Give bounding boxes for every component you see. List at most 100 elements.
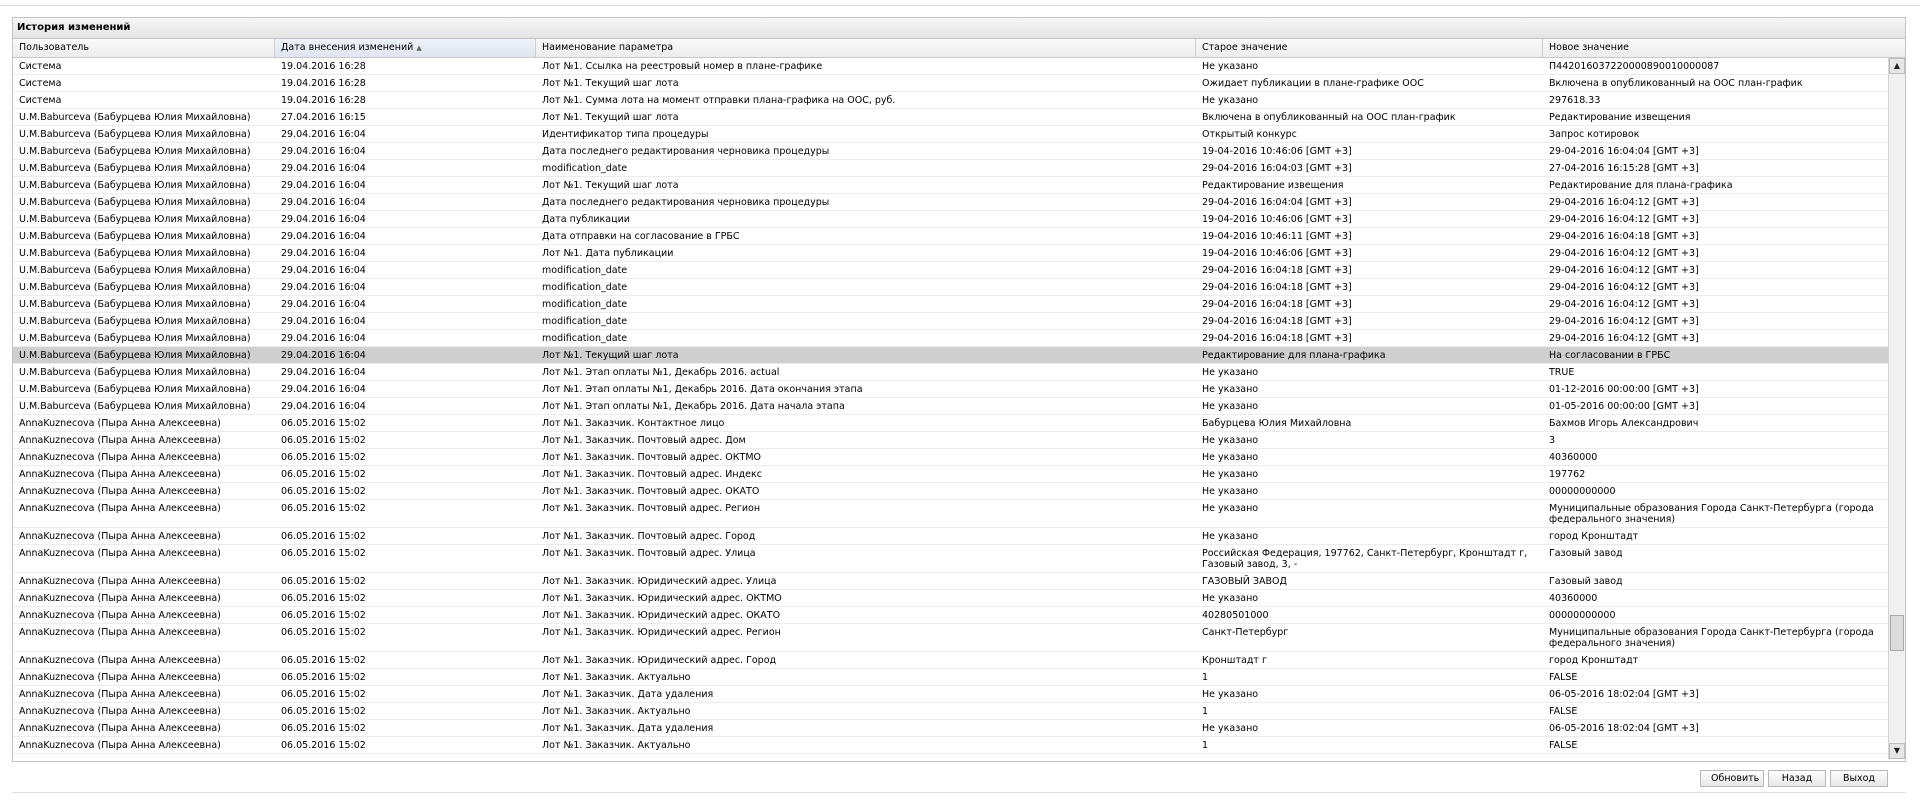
cell-date: 29.04.2016 16:04 — [281, 180, 366, 191]
cell-user: AnnaKuznecova (Пыра Анна Алексеевна) — [19, 655, 221, 666]
table-row[interactable]: AnnaKuznecova (Пыра Анна Алексеевна) 06.0… — [13, 483, 1890, 500]
table-row[interactable]: AnnaKuznecova (Пыра Анна Алексеевна) 06.0… — [13, 573, 1890, 590]
cell-parameter: Лот №1. Этап оплаты №1, Декабрь 2016. Да… — [542, 384, 863, 395]
cell-date: 06.05.2016 15:02 — [281, 723, 366, 734]
cell-user: AnnaKuznecova (Пыра Анна Алексеевна) — [19, 548, 221, 559]
change-history-panel: История изменений Пользователь Дата внес… — [12, 17, 1906, 762]
table-row[interactable]: U.M.Baburceva (Бабурцева Юлия Михайловна… — [13, 296, 1890, 313]
table-row[interactable]: AnnaKuznecova (Пыра Анна Алексеевна) 06.0… — [13, 590, 1890, 607]
table-row[interactable]: U.M.Baburceva (Бабурцева Юлия Михайловна… — [13, 313, 1890, 330]
cell-old-value: Бабурцева Юлия Михайловна — [1202, 418, 1352, 429]
scroll-down-icon[interactable]: ▼ — [1889, 743, 1905, 759]
cell-old-value: ГАЗОВЫЙ ЗАВОД — [1202, 576, 1287, 587]
refresh-button[interactable]: Обновить — [1700, 770, 1764, 787]
table-row[interactable]: Система 19.04.2016 16:28 Лот №1. Сумма лот… — [13, 92, 1890, 109]
column-header-old-value[interactable]: Старое значение — [1196, 39, 1543, 57]
cell-new-value: 29-04-2016 16:04:04 [GMT +3] — [1549, 146, 1699, 157]
table-row[interactable]: AnnaKuznecova (Пыра Анна Алексеевна) 06.0… — [13, 415, 1890, 432]
cell-date: 06.05.2016 15:02 — [281, 706, 366, 717]
table-row[interactable]: AnnaKuznecova (Пыра Анна Алексеевна) 06.0… — [13, 703, 1890, 720]
vertical-scrollbar[interactable]: ▲ ▼ — [1888, 58, 1905, 759]
cell-date: 06.05.2016 15:02 — [281, 503, 366, 514]
table-row[interactable]: AnnaKuznecova (Пыра Анна Алексеевна) 06.0… — [13, 737, 1890, 754]
cell-old-value: 29-04-2016 16:04:18 [GMT +3] — [1202, 265, 1352, 276]
cell-new-value: город Кронштадт — [1549, 655, 1639, 666]
table-row[interactable]: U.M.Baburceva (Бабурцева Юлия Михайловна… — [13, 364, 1890, 381]
cell-date: 06.05.2016 15:02 — [281, 655, 366, 666]
cell-new-value: TRUE — [1549, 367, 1575, 378]
cell-old-value: Включена в опубликованный на ООС план-гр… — [1202, 112, 1456, 123]
cell-user: U.M.Baburceva (Бабурцева Юлия Михайловна… — [19, 282, 251, 293]
table-row[interactable]: U.M.Baburceva (Бабурцева Юлия Михайловна… — [13, 177, 1890, 194]
cell-user: AnnaKuznecova (Пыра Анна Алексеевна) — [19, 723, 221, 734]
cell-old-value: 1 — [1202, 740, 1209, 751]
grid-rows: Система 19.04.2016 16:28 Лот №1. Ссылка на… — [13, 58, 1890, 754]
table-row[interactable]: U.M.Baburceva (Бабурцева Юлия Михайловна… — [13, 347, 1890, 364]
cell-old-value: 1 — [1202, 706, 1209, 717]
table-row[interactable]: AnnaKuznecova (Пыра Анна Алексеевна) 06.0… — [13, 669, 1890, 686]
table-row[interactable]: U.M.Baburceva (Бабурцева Юлия Михайловна… — [13, 245, 1890, 262]
cell-new-value: 40360000 — [1549, 593, 1598, 604]
table-row[interactable]: AnnaKuznecova (Пыра Анна Алексеевна) 06.0… — [13, 449, 1890, 466]
table-row[interactable]: U.M.Baburceva (Бабурцева Юлия Михайловна… — [13, 228, 1890, 245]
table-row[interactable]: U.M.Baburceva (Бабурцева Юлия Михайловна… — [13, 279, 1890, 296]
cell-parameter: Дата последнего редактирования черновика… — [542, 146, 830, 157]
cell-date: 19.04.2016 16:28 — [281, 61, 366, 72]
table-row[interactable]: U.M.Baburceva (Бабурцева Юлия Михайловна… — [13, 109, 1890, 126]
cell-old-value: Не указано — [1202, 531, 1259, 542]
cell-user: AnnaKuznecova (Пыра Анна Алексеевна) — [19, 610, 221, 621]
cell-new-value: 197762 — [1549, 469, 1586, 480]
cell-date: 27.04.2016 16:15 — [281, 112, 366, 123]
table-row[interactable]: Система 19.04.2016 16:28 Лот №1. Ссылка на… — [13, 58, 1890, 75]
table-row[interactable]: U.M.Baburceva (Бабурцева Юлия Михайловна… — [13, 211, 1890, 228]
cell-user: AnnaKuznecova (Пыра Анна Алексеевна) — [19, 740, 221, 751]
column-header-user[interactable]: Пользователь — [13, 39, 275, 57]
cell-parameter: Идентификатор типа процедуры — [542, 129, 709, 140]
table-row[interactable]: U.M.Baburceva (Бабурцева Юлия Михайловна… — [13, 262, 1890, 279]
table-row[interactable]: AnnaKuznecova (Пыра Анна Алексеевна) 06.0… — [13, 545, 1890, 573]
grid-body[interactable]: Система 19.04.2016 16:28 Лот №1. Ссылка на… — [13, 58, 1905, 759]
scroll-up-icon[interactable]: ▲ — [1889, 58, 1905, 74]
cell-date: 29.04.2016 16:04 — [281, 163, 366, 174]
cell-user: AnnaKuznecova (Пыра Анна Алексеевна) — [19, 689, 221, 700]
cell-parameter: Лот №1. Заказчик. Почтовый адрес. ОКТМО — [542, 452, 761, 463]
column-header-parameter[interactable]: Наименование параметра — [536, 39, 1196, 57]
cell-parameter: Лот №1. Ссылка на реестровый номер в пла… — [542, 61, 823, 72]
back-button[interactable]: Назад — [1768, 770, 1826, 787]
scrollbar-thumb[interactable] — [1890, 615, 1904, 651]
table-row[interactable]: AnnaKuznecova (Пыра Анна Алексеевна) 06.0… — [13, 607, 1890, 624]
table-row[interactable]: AnnaKuznecova (Пыра Анна Алексеевна) 06.0… — [13, 686, 1890, 703]
table-row[interactable]: AnnaKuznecova (Пыра Анна Алексеевна) 06.0… — [13, 624, 1890, 652]
cell-old-value: Не указано — [1202, 401, 1259, 412]
cell-old-value: Не указано — [1202, 367, 1259, 378]
cell-new-value: 29-04-2016 16:04:12 [GMT +3] — [1549, 197, 1699, 208]
table-row[interactable]: AnnaKuznecova (Пыра Анна Алексеевна) 06.0… — [13, 652, 1890, 669]
table-row[interactable]: AnnaKuznecova (Пыра Анна Алексеевна) 06.0… — [13, 500, 1890, 528]
column-header-date[interactable]: Дата внесения изменений ▲ — [275, 39, 536, 57]
table-row[interactable]: U.M.Baburceva (Бабурцева Юлия Михайловна… — [13, 398, 1890, 415]
cell-date: 29.04.2016 16:04 — [281, 316, 366, 327]
table-row[interactable]: AnnaKuznecova (Пыра Анна Алексеевна) 06.0… — [13, 466, 1890, 483]
cell-parameter: Лот №1. Заказчик. Контактное лицо — [542, 418, 725, 429]
table-row[interactable]: U.M.Baburceva (Бабурцева Юлия Михайловна… — [13, 143, 1890, 160]
cell-user: AnnaKuznecova (Пыра Анна Алексеевна) — [19, 469, 221, 480]
column-header-new-value[interactable]: Новое значение — [1543, 39, 1890, 57]
table-row[interactable]: U.M.Baburceva (Бабурцева Юлия Михайловна… — [13, 330, 1890, 347]
cell-parameter: Лот №1. Этап оплаты №1, Декабрь 2016. Да… — [542, 401, 845, 412]
table-row[interactable]: U.M.Baburceva (Бабурцева Юлия Михайловна… — [13, 160, 1890, 177]
table-row[interactable]: Система 19.04.2016 16:28 Лот №1. Текущий ш… — [13, 75, 1890, 92]
table-row[interactable]: U.M.Baburceva (Бабурцева Юлия Михайловна… — [13, 126, 1890, 143]
cell-date: 29.04.2016 16:04 — [281, 265, 366, 276]
table-row[interactable]: AnnaKuznecova (Пыра Анна Алексеевна) 06.0… — [13, 528, 1890, 545]
cell-user: AnnaKuznecova (Пыра Анна Алексеевна) — [19, 672, 221, 683]
table-row[interactable]: AnnaKuznecova (Пыра Анна Алексеевна) 06.0… — [13, 432, 1890, 449]
table-row[interactable]: U.M.Baburceva (Бабурцева Юлия Михайловна… — [13, 194, 1890, 211]
cell-new-value: Муниципальные образования Города Санкт-П… — [1549, 503, 1874, 525]
cell-old-value: Санкт-Петербург — [1202, 627, 1289, 638]
table-row[interactable]: U.M.Baburceva (Бабурцева Юлия Михайловна… — [13, 381, 1890, 398]
cell-old-value: Редактирование для плана-графика — [1202, 350, 1386, 361]
table-row[interactable]: AnnaKuznecova (Пыра Анна Алексеевна) 06.0… — [13, 720, 1890, 737]
cell-parameter: modification_date — [542, 163, 628, 174]
cell-date: 19.04.2016 16:28 — [281, 95, 366, 106]
exit-button[interactable]: Выход — [1830, 770, 1888, 787]
